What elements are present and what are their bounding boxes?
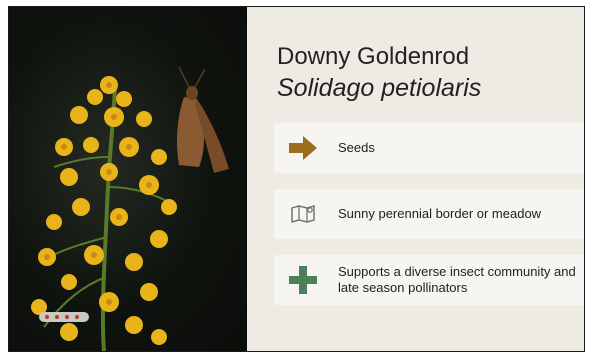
scientific-name: Solidago petiolaris	[277, 74, 482, 102]
map-icon	[288, 199, 318, 229]
feature-card-seeds: Seeds	[274, 123, 584, 173]
feature-card-wildlife: Supports a diverse insect community and …	[274, 255, 584, 305]
arrow-right-icon	[288, 133, 318, 163]
feature-text: Seeds	[338, 140, 375, 155]
goldenrod-illustration	[31, 66, 229, 351]
common-name: Downy Goldenrod	[277, 43, 470, 70]
feature-text: Sunny perennial border or meadow	[338, 206, 542, 221]
feature-text: Supports a diverse insect community and …	[338, 264, 576, 295]
plus-icon	[288, 265, 318, 295]
feature-card-habitat: Sunny perennial border or meadow	[274, 189, 584, 239]
plant-photo	[9, 7, 247, 351]
info-card: Downy Goldenrod Solidago petiolaris Seed…	[8, 6, 585, 352]
info-panel: Downy Goldenrod Solidago petiolaris Seed…	[247, 7, 584, 351]
